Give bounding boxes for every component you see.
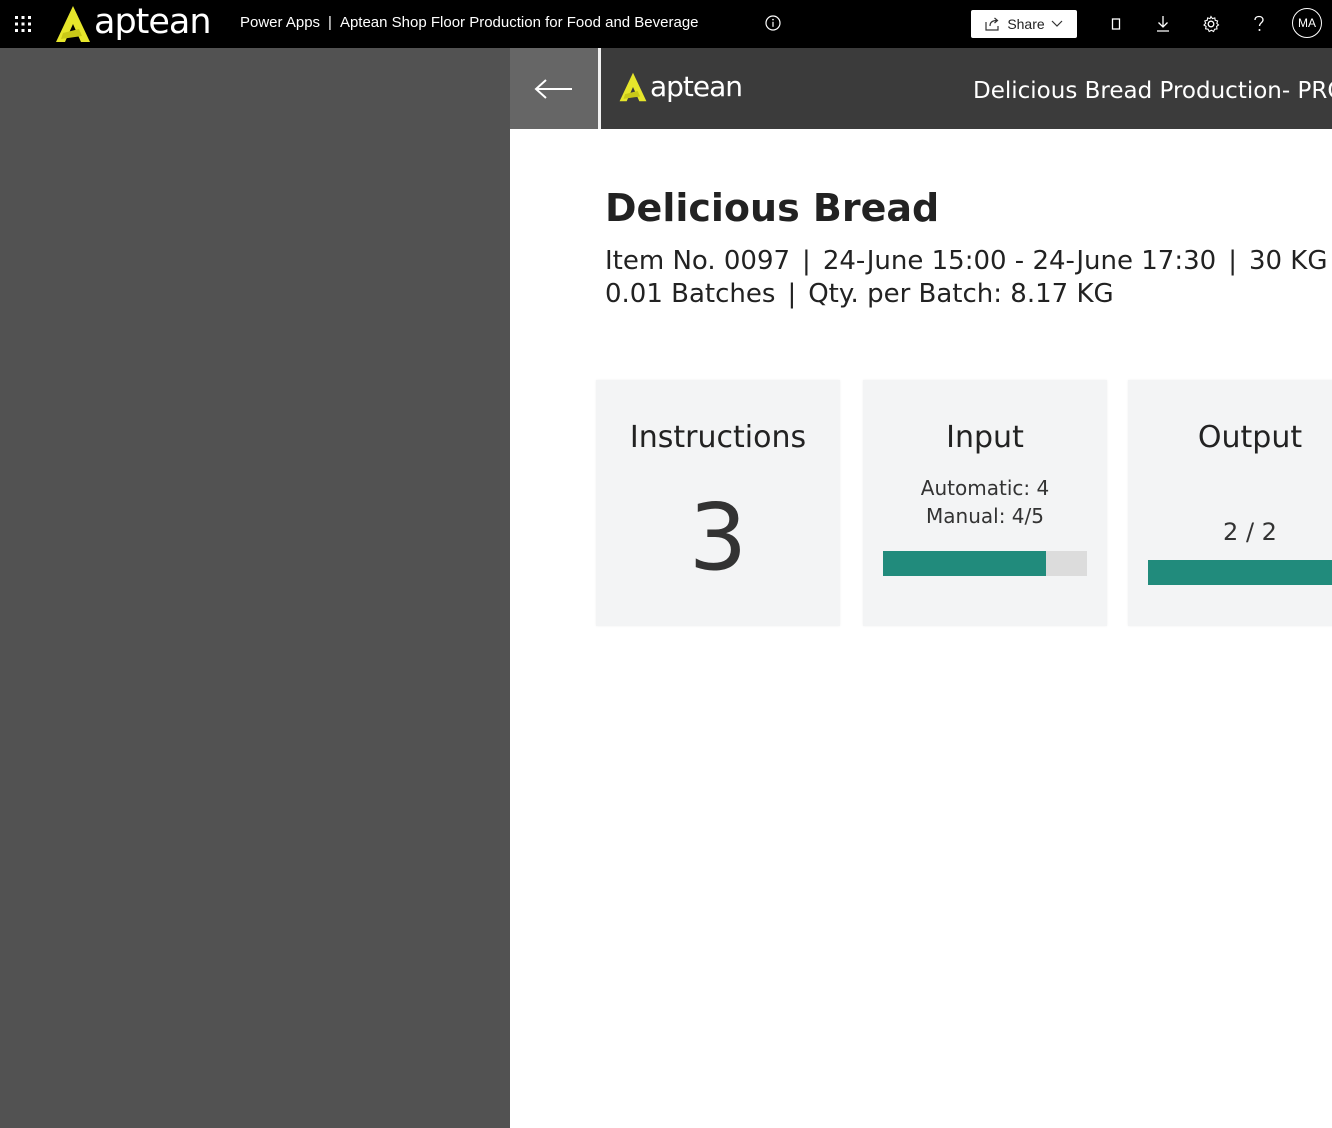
instructions-card-title: Instructions — [629, 420, 807, 455]
app-canvas: aptean Delicious Bread Production- PRO D… — [510, 48, 1332, 1128]
item-details-line-1: Item No. 0097 | 24-June 15:00 - 24-June 17… — [605, 245, 1328, 278]
production-period: 24-June 15:00 - 24-June 17:30 — [822, 246, 1217, 276]
arrow-left-icon — [534, 78, 572, 99]
title-separator: | — [328, 14, 332, 31]
qty-per-batch: Qty. per Batch: 8.17 KG — [808, 279, 1114, 309]
input-card-title: Input — [946, 420, 1024, 455]
header-divider — [598, 48, 601, 129]
separator: | — [787, 279, 797, 309]
output-card[interactable]: Output 2 / 2 — [1128, 380, 1332, 626]
input-progress-fill — [883, 551, 1047, 576]
production-quantity: 30 KG — [1248, 246, 1328, 276]
separator: | — [802, 246, 811, 276]
input-progress-bar — [883, 551, 1087, 576]
help-icon[interactable] — [1248, 13, 1270, 35]
top-bar: aptean Power Apps | Aptean Shop Floor Prod… — [0, 0, 1332, 48]
aptean-wordmark: aptean — [650, 70, 743, 103]
download-icon[interactable] — [1152, 13, 1174, 35]
item-title: Delicious Bread — [605, 186, 940, 230]
back-button[interactable] — [510, 48, 598, 129]
item-details: Item No. 0097 | 24-June 15:00 - 24-June 17… — [605, 245, 1328, 311]
avatar[interactable]: MA — [1292, 8, 1322, 38]
share-icon — [985, 17, 999, 31]
batch-count: 0.01 Batches — [605, 279, 776, 309]
output-card-title: Output — [1197, 420, 1303, 455]
input-card[interactable]: Input Automatic: 4 Manual: 4/5 — [863, 380, 1107, 626]
app-title: Power Apps | Aptean Shop Floor Production … — [240, 14, 699, 31]
info-icon[interactable] — [765, 15, 781, 31]
output-progress-bar — [1148, 560, 1332, 585]
item-details-line-2: 0.01 Batches | Qty. per Batch: 8.17 KG — [605, 278, 1328, 311]
settings-icon[interactable] — [1200, 13, 1222, 35]
aptean-logo: aptean — [55, 2, 212, 45]
avatar-initials: MA — [1298, 16, 1316, 30]
aptean-wordmark: aptean — [94, 2, 212, 42]
instructions-count: 3 — [688, 484, 748, 591]
output-ratio: 2 / 2 — [1223, 518, 1277, 546]
production-order-title: Delicious Bread Production- PRO — [973, 78, 1332, 104]
aptean-logo-mark-icon — [619, 72, 647, 101]
separator: | — [1228, 246, 1237, 276]
app-header: aptean Delicious Bread Production- PRO — [510, 48, 1332, 129]
mobile-icon[interactable] — [1105, 13, 1127, 35]
chevron-down-icon — [1051, 20, 1063, 27]
share-label: Share — [1007, 16, 1045, 32]
aptean-logo-mark-icon — [56, 6, 90, 42]
power-apps-label: Power Apps — [240, 14, 321, 31]
aptean-logo-small: aptean — [618, 70, 743, 103]
instructions-card[interactable]: Instructions 3 — [596, 380, 840, 626]
item-number: Item No. 0097 — [605, 246, 791, 276]
input-manual: Manual: 4/5 — [926, 504, 1044, 528]
app-name-label: Aptean Shop Floor Production for Food an… — [339, 14, 699, 31]
input-automatic: Automatic: 4 — [920, 476, 1050, 500]
share-button[interactable]: Share — [971, 10, 1077, 38]
output-progress-fill — [1148, 560, 1332, 585]
waffle-icon[interactable] — [14, 15, 32, 33]
